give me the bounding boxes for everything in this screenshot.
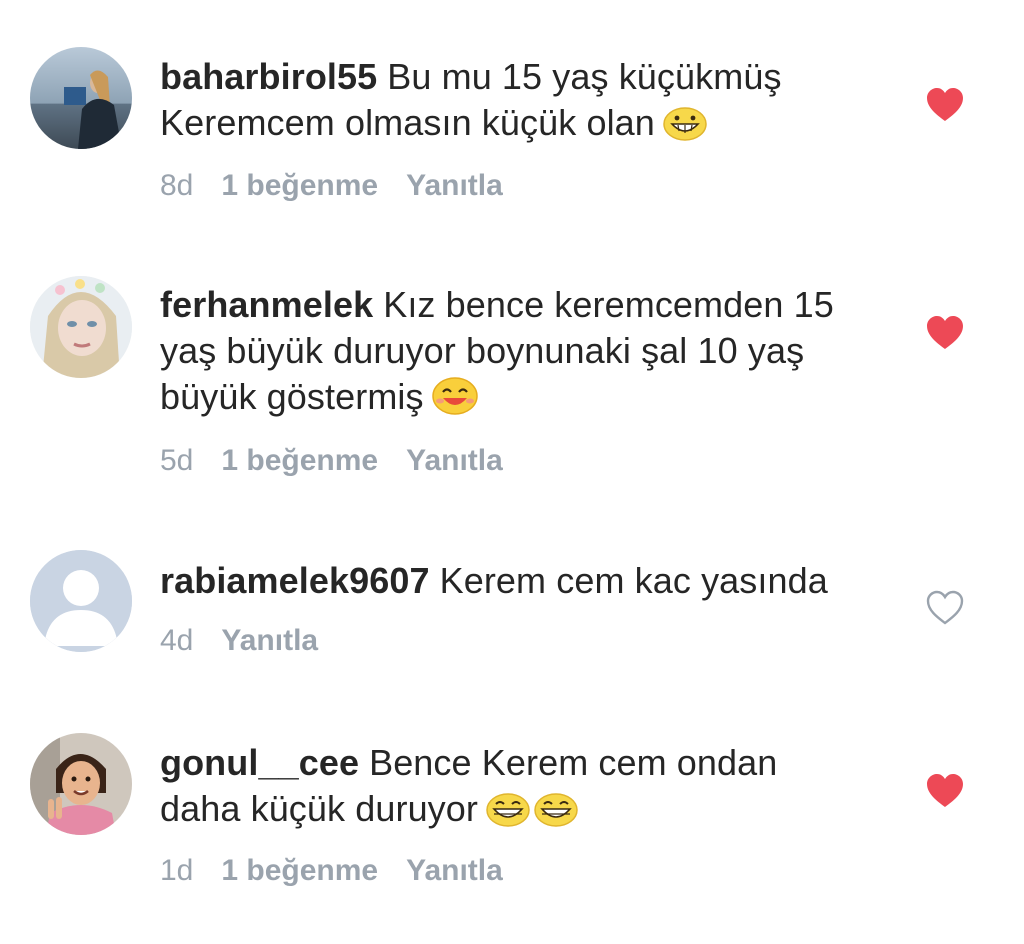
like-button[interactable]: [926, 773, 964, 809]
like-button[interactable]: [926, 590, 964, 626]
beaming-face-icon: [534, 793, 578, 827]
comment-text: gonul__cee Bence Kerem cem ondan daha küç…: [160, 740, 900, 832]
comment-timestamp: 4d: [160, 624, 194, 657]
grinning-face-icon: [663, 107, 707, 141]
comment-text-line: büyük göstermiş: [160, 376, 424, 417]
comment-timestamp: 1d: [160, 854, 194, 887]
comment-username[interactable]: gonul__cee: [160, 742, 359, 783]
comment-username[interactable]: baharbirol55: [160, 56, 377, 97]
comment-text: rabiamelek9607 Kerem cem kac yasında: [160, 558, 900, 604]
likes-count-link[interactable]: 1 beğenme: [221, 169, 378, 202]
reply-button[interactable]: Yanıtla: [406, 854, 503, 887]
reply-button[interactable]: Yanıtla: [406, 444, 503, 477]
heart-outline-icon: [926, 590, 964, 625]
like-button[interactable]: [926, 87, 964, 123]
comment-meta: 4d Yanıtla: [160, 623, 346, 659]
comment-meta: 5d 1 beğenme Yanıtla: [160, 443, 531, 479]
comment-meta: 1d 1 beğenme Yanıtla: [160, 853, 531, 889]
comment-text-line: Bu mu 15 yaş küçükmüş: [387, 56, 782, 97]
avatar-photo-child: [30, 733, 132, 835]
avatar-photo-portrait: [30, 276, 132, 378]
avatar[interactable]: [30, 733, 132, 835]
likes-count-link[interactable]: 1 beğenme: [221, 444, 378, 477]
heart-filled-icon: [927, 316, 963, 349]
comment-username[interactable]: ferhanmelek: [160, 284, 373, 325]
comment-text: baharbirol55 Bu mu 15 yaş küçükmüş Keremc…: [160, 54, 900, 146]
comment-text: ferhanmelek Kız bence keremcemden 15 yaş …: [160, 282, 900, 420]
likes-count-link[interactable]: 1 beğenme: [221, 854, 378, 887]
avatar[interactable]: [30, 47, 132, 149]
default-avatar-icon: [30, 550, 132, 652]
comment-text-line: Bence Kerem cem ondan: [369, 742, 778, 783]
reply-button[interactable]: Yanıtla: [406, 169, 503, 202]
comment-text-line: yaş büyük duruyor boynunaki şal 10 yaş: [160, 330, 805, 371]
comment-meta: 8d 1 beğenme Yanıtla: [160, 168, 531, 204]
avatar[interactable]: [30, 550, 132, 652]
heart-filled-icon: [927, 88, 963, 121]
smiling-face-icon: [431, 377, 478, 415]
comment-timestamp: 8d: [160, 169, 194, 202]
comment-text-line: Kız bence keremcemden 15: [383, 284, 834, 325]
reply-button[interactable]: Yanıtla: [221, 624, 318, 657]
avatar[interactable]: [30, 276, 132, 378]
comment-text-line: Keremcem olmasın küçük olan: [160, 102, 655, 143]
comment-text-line: daha küçük duruyor: [160, 788, 478, 829]
comment-text-line: Kerem cem kac yasında: [439, 560, 828, 601]
heart-filled-icon: [927, 774, 963, 807]
comment-username[interactable]: rabiamelek9607: [160, 560, 430, 601]
avatar-photo-beach: [30, 47, 132, 149]
beaming-face-icon: [486, 793, 530, 827]
comments-list: baharbirol55 Bu mu 15 yaş küçükmüş Keremc…: [0, 0, 1024, 944]
like-button[interactable]: [926, 315, 964, 351]
comment-timestamp: 5d: [160, 444, 194, 477]
